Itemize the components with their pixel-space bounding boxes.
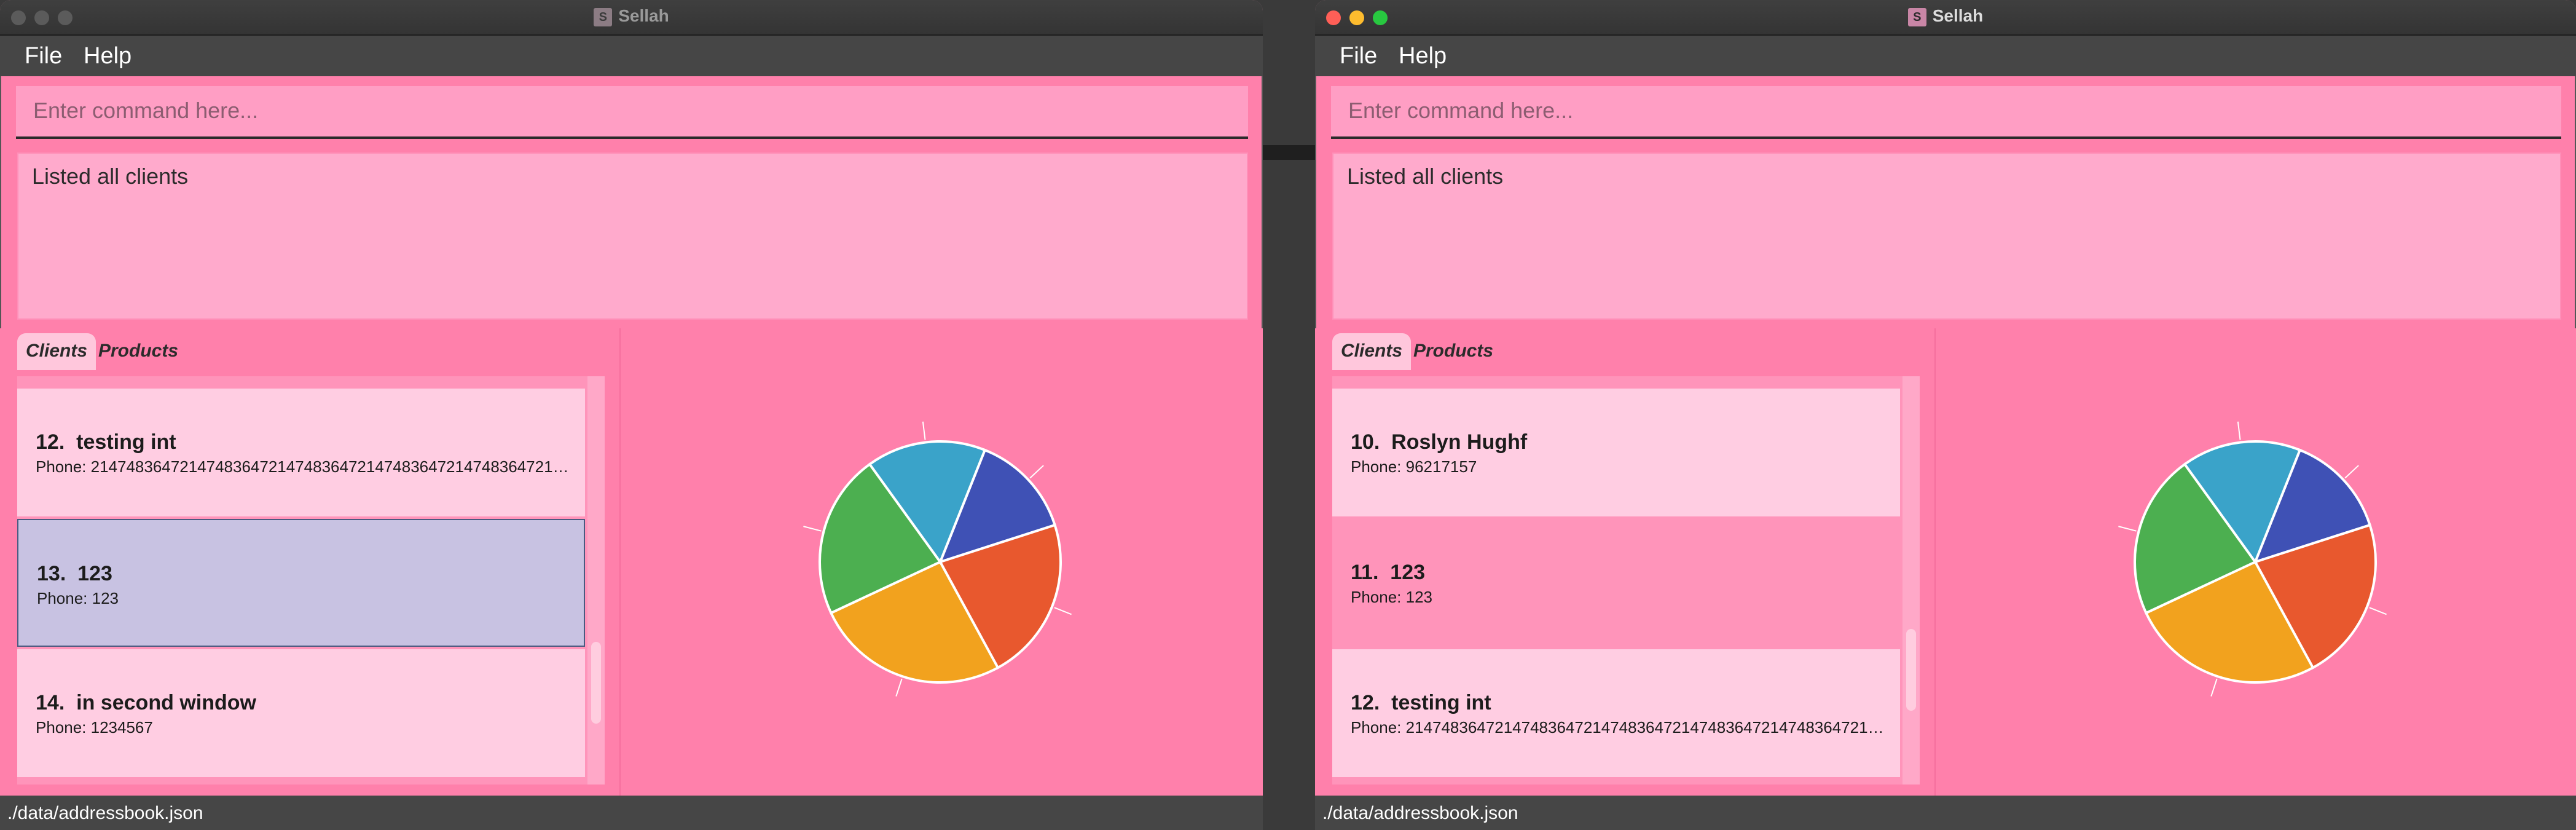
command-input[interactable] [32, 86, 1144, 135]
tab-products[interactable]: Products [90, 333, 187, 370]
tab-products[interactable]: Products [1405, 333, 1502, 370]
pie-leader-line [2237, 421, 2241, 440]
client-name: 13. 123 [37, 562, 112, 585]
title-bar[interactable]: S Sellah [0, 0, 1263, 36]
status-path: ./data/addressbook.json [1322, 803, 1518, 823]
client-list[interactable]: 12. testing int Phone: 21474836472147483… [17, 376, 605, 785]
tab-clients[interactable]: Clients [1332, 333, 1412, 370]
menu-bar: File Help [1315, 36, 2576, 76]
window-title-text: Sellah [618, 6, 669, 25]
client-card-selected[interactable]: 13. 123 Phone: 123 [17, 519, 585, 647]
list-scrollbar[interactable] [1903, 376, 1920, 785]
result-display: Listed all clients [1332, 152, 2561, 320]
pie-leader-line [1054, 607, 1072, 615]
pie-leader-line [1029, 465, 1044, 479]
app-window-left: S Sellah File Help Listed all clients Cli… [0, 0, 1263, 830]
client-phone: Phone: 1234567 [36, 718, 153, 737]
client-phone: Phone: 123 [37, 589, 119, 607]
client-panel: Clients Products 12. testing int Phone: … [0, 328, 621, 796]
client-phone: Phone: 123 [1351, 588, 1433, 606]
tab-clients[interactable]: Clients [17, 333, 96, 370]
client-phone: Phone: 214748364721474836472147483647214… [36, 457, 576, 476]
title-bar[interactable]: S Sellah [1315, 0, 2576, 36]
window-title-text: Sellah [1932, 6, 1984, 25]
scrollbar-thumb[interactable] [1906, 629, 1916, 711]
command-box [1331, 86, 2561, 139]
client-name: 10. Roslyn Hughf [1351, 430, 1528, 454]
client-name: 12. testing int [36, 430, 176, 454]
pie-leader-line [2369, 607, 2387, 615]
result-message: Listed all clients [32, 164, 189, 189]
desktop-background [1263, 145, 1315, 160]
scrollbar-thumb[interactable] [591, 642, 601, 724]
app-logo-icon: S [1907, 7, 1926, 26]
pie-chart [2118, 421, 2387, 697]
status-bar: ./data/addressbook.json [0, 796, 1263, 830]
status-path: ./data/addressbook.json [7, 803, 203, 823]
pie-leader-line [803, 526, 822, 532]
client-name: 14. in second window [36, 691, 256, 714]
status-bar: ./data/addressbook.json [1315, 796, 2576, 830]
pie-leader-line [922, 421, 926, 440]
command-input[interactable] [1347, 86, 2457, 135]
client-name: 12. testing int [1351, 691, 1491, 714]
result-message: Listed all clients [1347, 164, 1504, 189]
chart-panel [1936, 328, 2576, 796]
pie-leader-line [2118, 526, 2137, 532]
menu-file[interactable]: File [1340, 43, 1377, 69]
pie-leader-line [2344, 465, 2359, 479]
chart-panel [621, 328, 1263, 796]
menu-help[interactable]: Help [84, 43, 132, 69]
client-card[interactable]: 14. in second window Phone: 1234567 [17, 649, 585, 777]
client-phone: Phone: 96217157 [1351, 457, 1477, 476]
client-name: 11. 123 [1351, 561, 1426, 584]
menu-help[interactable]: Help [1399, 43, 1447, 69]
result-display: Listed all clients [17, 152, 1248, 320]
pie-leader-line [895, 678, 903, 697]
client-card[interactable]: 10. Roslyn Hughf Phone: 96217157 [1332, 389, 1900, 516]
menu-file[interactable]: File [25, 43, 62, 69]
client-phone: Phone: 214748364721474836472147483647214… [1351, 718, 1891, 737]
client-panel: Clients Products 10. Roslyn Hughf Phone:… [1315, 328, 1936, 796]
client-card[interactable]: 11. 123 Phone: 123 [1332, 519, 1900, 647]
app-window-right: S Sellah File Help Listed all clients Cli… [1315, 0, 2576, 830]
list-scrollbar[interactable] [587, 376, 605, 785]
client-card[interactable]: 12. testing int Phone: 21474836472147483… [1332, 649, 1900, 777]
menu-bar: File Help [0, 36, 1263, 76]
window-title: S Sellah [0, 6, 1263, 26]
window-title: S Sellah [1315, 6, 2576, 26]
command-box [16, 86, 1248, 139]
pie-chart [803, 421, 1072, 697]
client-card[interactable]: 12. testing int Phone: 21474836472147483… [17, 389, 585, 516]
client-list[interactable]: 10. Roslyn Hughf Phone: 96217157 11. 123… [1332, 376, 1920, 785]
pie-leader-line [2210, 678, 2218, 697]
app-logo-icon: S [594, 7, 613, 26]
